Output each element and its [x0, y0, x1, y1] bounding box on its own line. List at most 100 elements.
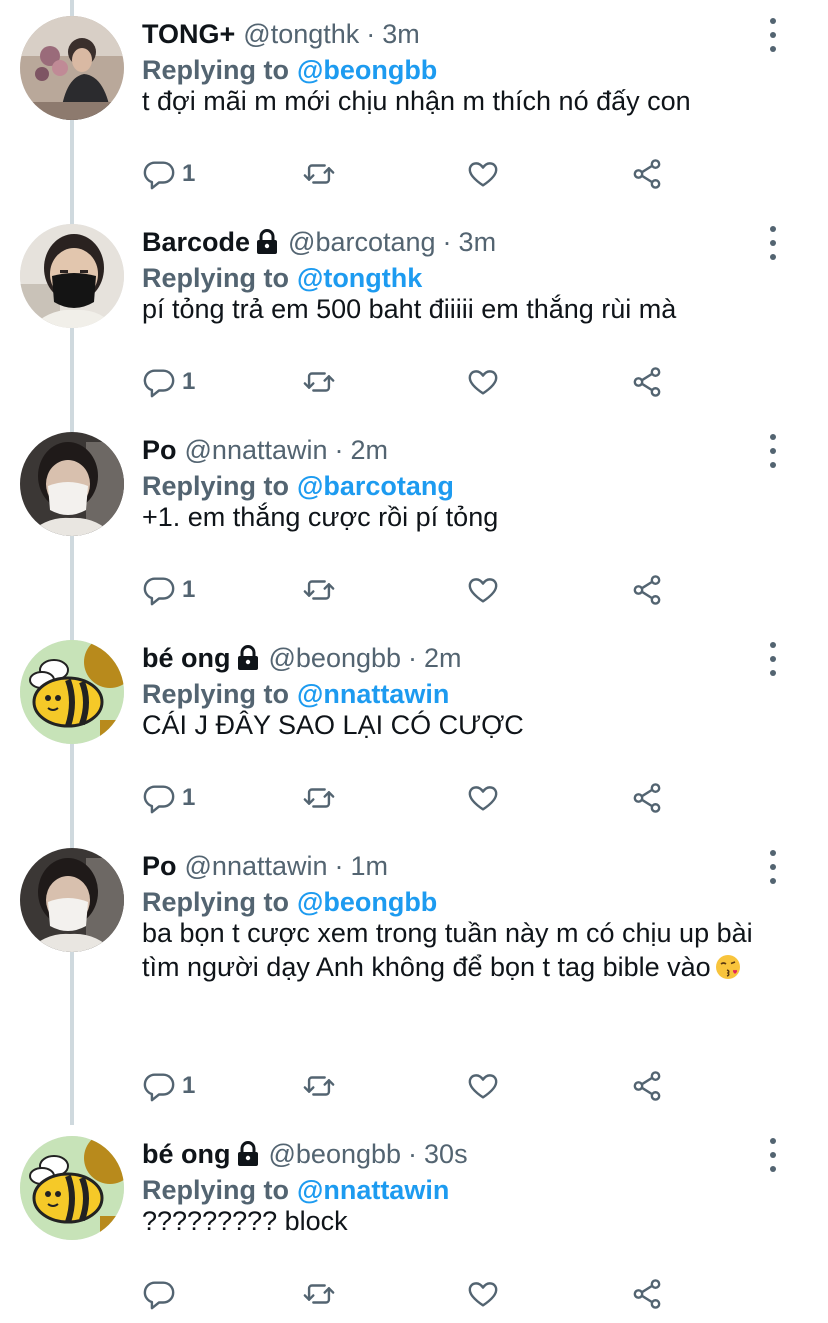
- reply-button[interactable]: 1: [142, 776, 195, 820]
- user-handle[interactable]: @beongbb: [269, 1139, 402, 1170]
- timestamp[interactable]: 3m: [382, 19, 420, 50]
- more-vertical-icon[interactable]: [760, 850, 786, 884]
- like-button[interactable]: [466, 1064, 500, 1108]
- tweet-header: TONG+ @tongthk · 3m: [142, 16, 420, 52]
- mention-link[interactable]: @tongthk: [297, 263, 422, 294]
- avatar[interactable]: [20, 1136, 124, 1240]
- retweet-button[interactable]: [302, 360, 336, 404]
- user-handle[interactable]: @barcotang: [288, 227, 436, 258]
- share-icon: [630, 1277, 664, 1311]
- user-handle[interactable]: @nnattawin: [185, 851, 328, 882]
- retweet-icon: [302, 1277, 336, 1311]
- timestamp[interactable]: 2m: [424, 643, 462, 674]
- display-name[interactable]: TONG+: [142, 19, 235, 50]
- mention-link[interactable]: @barcotang: [297, 471, 454, 502]
- avatar[interactable]: [20, 640, 124, 744]
- tweet-text-content: ba bọn t cược xem trong tuần này m có ch…: [142, 918, 753, 982]
- share-icon: [630, 365, 664, 399]
- replying-to: Replying to @nnattawin: [142, 676, 449, 712]
- tweet-text: CÁI J ĐÂY SAO LẠI CÓ CƯỢC: [142, 708, 792, 742]
- timestamp[interactable]: 2m: [351, 435, 389, 466]
- tweet-header: Barcode @barcotang · 3m: [142, 224, 496, 260]
- more-vertical-icon[interactable]: [760, 18, 786, 52]
- heart-icon: [466, 365, 500, 399]
- display-name[interactable]: Po: [142, 851, 177, 882]
- avatar[interactable]: [20, 432, 124, 536]
- share-button[interactable]: [630, 1272, 664, 1316]
- avatar[interactable]: [20, 224, 124, 328]
- reply-count: 1: [182, 576, 196, 603]
- reply-icon: [142, 1069, 176, 1103]
- retweet-icon: [302, 573, 336, 607]
- separator-dot: ·: [408, 642, 418, 673]
- replying-to: Replying to @nnattawin: [142, 1172, 449, 1208]
- share-icon: [630, 1069, 664, 1103]
- display-name[interactable]: Po: [142, 435, 177, 466]
- share-button[interactable]: [630, 152, 664, 196]
- reply-icon: [142, 365, 176, 399]
- display-name[interactable]: bé ong: [142, 643, 231, 674]
- timestamp[interactable]: 30s: [424, 1139, 468, 1170]
- replying-to: Replying to @beongbb: [142, 884, 437, 920]
- tweet[interactable]: Barcode @barcotang · 3m Replying to @tongthk p…: [0, 208, 828, 416]
- more-vertical-icon[interactable]: [760, 642, 786, 676]
- tweet[interactable]: bé ong @beongbb · 30s Replying to @nnattawin?…: [0, 1120, 828, 1323]
- mention-link[interactable]: @beongbb: [297, 55, 437, 86]
- timestamp[interactable]: 3m: [459, 227, 497, 258]
- tweet-text-content: CÁI J ĐÂY SAO LẠI CÓ CƯỢC: [142, 710, 524, 740]
- tweet[interactable]: Po @nnattawin · 1m Replying to @beongbb ba bọn…: [0, 832, 828, 1120]
- replying-to: Replying to @barcotang: [142, 468, 454, 504]
- reply-button[interactable]: 1: [142, 568, 195, 612]
- reply-button[interactable]: 1: [142, 360, 195, 404]
- share-button[interactable]: [630, 568, 664, 612]
- retweet-button[interactable]: [302, 152, 336, 196]
- tweet-text: ????????? block: [142, 1204, 792, 1238]
- tweet-header: Po @nnattawin · 2m: [142, 432, 388, 468]
- more-vertical-icon[interactable]: [760, 1138, 786, 1172]
- share-icon: [630, 781, 664, 815]
- mention-link[interactable]: @nnattawin: [297, 679, 449, 710]
- tweet-header: bé ong @beongbb · 30s: [142, 1136, 468, 1172]
- reply-button[interactable]: 1: [142, 1064, 195, 1108]
- mention-link[interactable]: @beongbb: [297, 887, 437, 918]
- timestamp[interactable]: 1m: [351, 851, 389, 882]
- replying-to-label: Replying to: [142, 886, 289, 917]
- display-name[interactable]: bé ong: [142, 1139, 231, 1170]
- tweet[interactable]: Po @nnattawin · 2m Replying to @barcotang +1. …: [0, 416, 828, 624]
- tweet[interactable]: TONG+ @tongthk · 3m Replying to @beongbb t đợi…: [0, 0, 828, 208]
- tweet-actions: 1: [142, 360, 702, 404]
- tweet-text: ba bọn t cược xem trong tuần này m có ch…: [142, 916, 792, 984]
- reply-button[interactable]: 1: [142, 152, 195, 196]
- tweet-text: +1. em thắng cược rồi pí tỏng: [142, 500, 792, 534]
- lock-icon: [237, 1141, 259, 1167]
- like-button[interactable]: [466, 360, 500, 404]
- like-button[interactable]: [466, 776, 500, 820]
- display-name[interactable]: Barcode: [142, 227, 250, 258]
- share-button[interactable]: [630, 360, 664, 404]
- user-handle[interactable]: @beongbb: [269, 643, 402, 674]
- more-vertical-icon[interactable]: [760, 226, 786, 260]
- user-handle[interactable]: @nnattawin: [185, 435, 328, 466]
- retweet-button[interactable]: [302, 1064, 336, 1108]
- like-button[interactable]: [466, 1272, 500, 1316]
- replying-to: Replying to @tongthk: [142, 260, 422, 296]
- separator-dot: ·: [408, 1138, 418, 1169]
- retweet-button[interactable]: [302, 1272, 336, 1316]
- share-button[interactable]: [630, 1064, 664, 1108]
- retweet-button[interactable]: [302, 776, 336, 820]
- like-button[interactable]: [466, 152, 500, 196]
- share-button[interactable]: [630, 776, 664, 820]
- avatar[interactable]: [20, 16, 124, 120]
- heart-icon: [466, 1069, 500, 1103]
- more-vertical-icon[interactable]: [760, 434, 786, 468]
- retweet-button[interactable]: [302, 568, 336, 612]
- mention-link[interactable]: @nnattawin: [297, 1175, 449, 1206]
- avatar[interactable]: [20, 848, 124, 952]
- like-button[interactable]: [466, 568, 500, 612]
- tweet[interactable]: bé ong @beongbb · 2m Replying to @nnattawin CÁ…: [0, 624, 828, 832]
- reply-count: 1: [182, 1072, 196, 1099]
- heart-icon: [466, 1277, 500, 1311]
- tweet-actions: 1: [142, 776, 702, 820]
- user-handle[interactable]: @tongthk: [243, 19, 359, 50]
- reply-button[interactable]: [142, 1272, 182, 1316]
